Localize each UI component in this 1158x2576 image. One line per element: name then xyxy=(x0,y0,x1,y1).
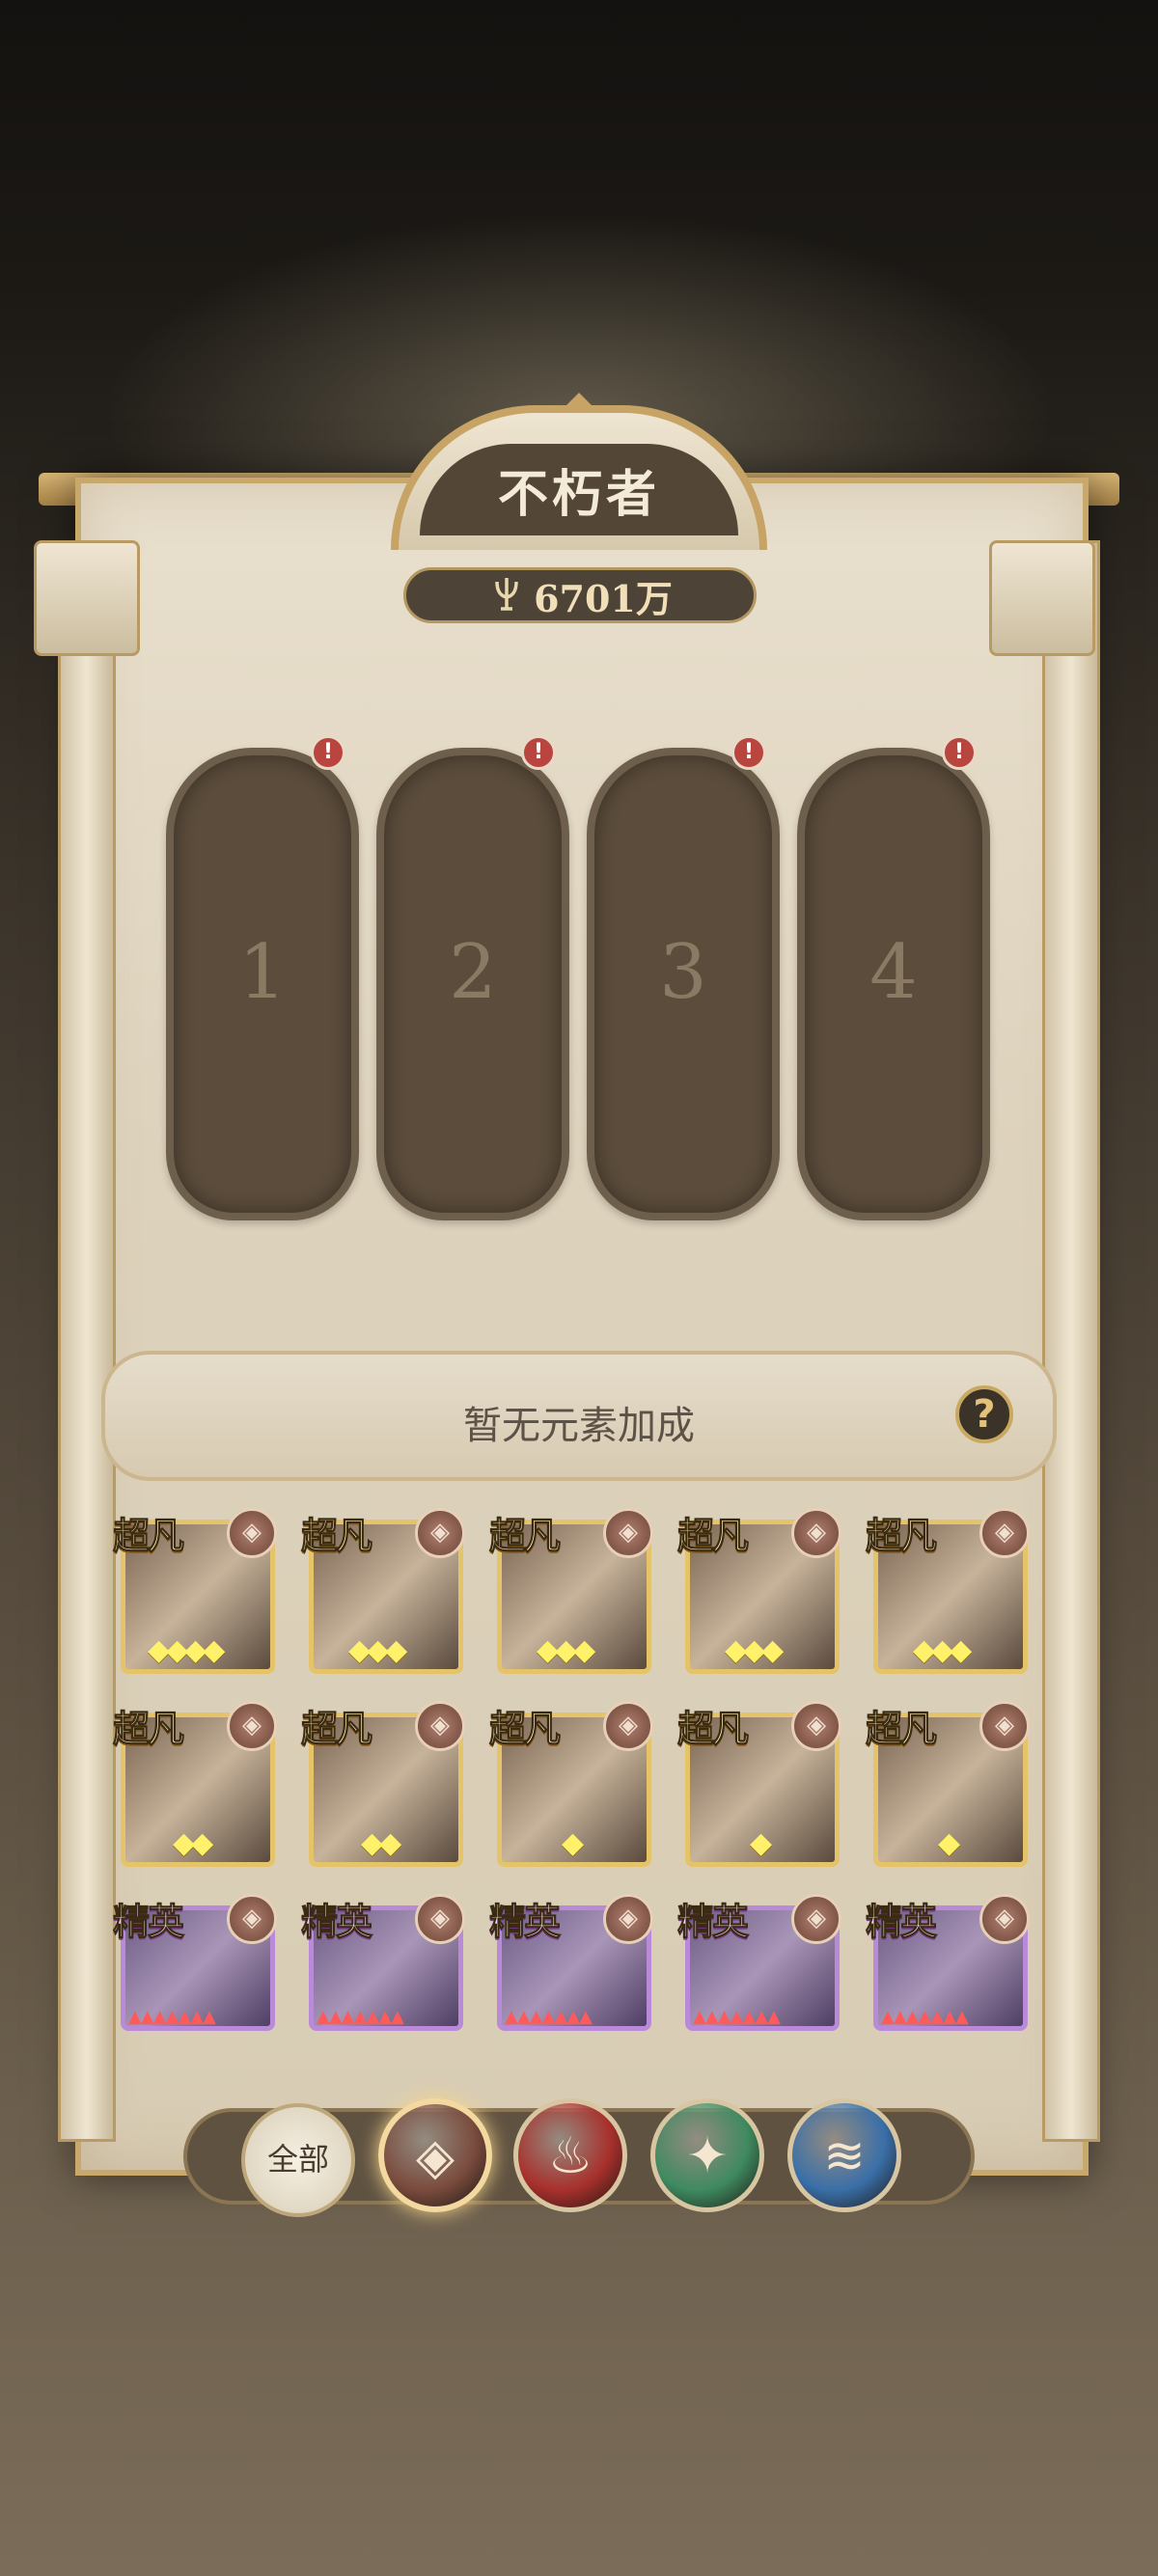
hero-rank-label: 超凡 xyxy=(488,1708,561,1751)
water-icon: ≋ xyxy=(823,2127,866,2185)
star-rating: ◆◆◆ xyxy=(537,1633,595,1667)
earth-element-icon: ◈ xyxy=(603,1894,653,1944)
star-rating: ▲▲▲▲▲▲▲ xyxy=(881,2007,969,2027)
hero-rank-label: 超凡 xyxy=(676,1708,749,1751)
star-rating: ◆◆◆ xyxy=(913,1633,972,1667)
alert-badge-icon: ! xyxy=(942,735,977,770)
page-title: 不朽者 xyxy=(497,465,660,524)
power-value: 6701万 xyxy=(534,576,673,620)
hero-rank-label: 超凡 xyxy=(300,1708,372,1751)
hero-rank-label: 精英 xyxy=(300,1901,372,1944)
filter-wind-button[interactable]: ✦ xyxy=(650,2098,764,2212)
star-rating: ◆ xyxy=(750,1826,772,1860)
star-rating: ▲▲▲▲▲▲▲ xyxy=(693,2007,781,2027)
earth-element-icon: ◈ xyxy=(979,1508,1030,1558)
filter-fire-button[interactable]: ♨ xyxy=(513,2098,627,2212)
trident-icon xyxy=(487,574,526,617)
star-rating: ◆ xyxy=(562,1826,584,1860)
formation-slot-4[interactable]: 4 xyxy=(797,748,990,1220)
hero-rank-label: 超凡 xyxy=(865,1515,937,1558)
earth-element-icon: ◈ xyxy=(979,1894,1030,1944)
star-rating: ◆◆ xyxy=(361,1826,401,1860)
slot-number: 4 xyxy=(869,929,918,1016)
hero-rank-label: 超凡 xyxy=(488,1515,561,1558)
slot-number: 2 xyxy=(449,929,497,1016)
star-rating: ◆◆◆◆ xyxy=(148,1633,225,1667)
star-rating: ▲▲▲▲▲▲▲ xyxy=(128,2007,216,2027)
help-button[interactable]: ? xyxy=(955,1385,1013,1443)
formation-slot-2[interactable]: 2 xyxy=(376,748,569,1220)
star-rating: ▲▲▲▲▲▲▲ xyxy=(505,2007,593,2027)
hero-rank-label: 精英 xyxy=(865,1901,937,1944)
power-display: 6701万 xyxy=(403,567,757,623)
earth-element-icon: ◈ xyxy=(791,1894,841,1944)
left-pillar xyxy=(58,540,116,2142)
earth-element-icon: ◈ xyxy=(415,1508,465,1558)
element-bonus-text: 暂无元素加成 xyxy=(463,1404,695,1448)
hero-rank-label: 精英 xyxy=(488,1901,561,1944)
star-rating: ◆◆◆ xyxy=(348,1633,407,1667)
formation-slot-1[interactable]: 1 xyxy=(166,748,359,1220)
slot-number: 1 xyxy=(238,929,287,1016)
earth-element-icon: ◈ xyxy=(603,1508,653,1558)
earth-element-icon: ◈ xyxy=(415,1701,465,1751)
right-pillar-capital xyxy=(989,540,1095,656)
hero-rank-label: 精英 xyxy=(112,1901,184,1944)
hero-rank-label: 超凡 xyxy=(676,1515,749,1558)
hero-rank-label: 超凡 xyxy=(112,1515,184,1558)
alert-badge-icon: ! xyxy=(521,735,556,770)
star-rating: ◆◆◆ xyxy=(725,1633,784,1667)
earth-element-icon: ◈ xyxy=(227,1508,277,1558)
earth-element-icon: ◈ xyxy=(603,1701,653,1751)
earth-element-icon: ◈ xyxy=(979,1701,1030,1751)
flame-icon: ♨ xyxy=(547,2127,593,2185)
earth-element-icon: ◈ xyxy=(227,1701,277,1751)
filter-water-button[interactable]: ≋ xyxy=(787,2098,901,2212)
star-rating: ▲▲▲▲▲▲▲ xyxy=(317,2007,404,2027)
earth-icon: ◈ xyxy=(416,2128,455,2186)
star-rating: ◆◆ xyxy=(173,1826,213,1860)
hero-rank-label: 超凡 xyxy=(865,1708,937,1751)
filter-all-button[interactable]: 全部 xyxy=(241,2103,355,2217)
right-pillar xyxy=(1042,540,1100,2142)
wind-icon: ✦ xyxy=(686,2127,729,2185)
alert-badge-icon: ! xyxy=(731,735,766,770)
filter-earth-button[interactable]: ◈ xyxy=(378,2098,492,2212)
hero-rank-label: 超凡 xyxy=(112,1708,184,1751)
hero-rank-label: 超凡 xyxy=(300,1515,372,1558)
hero-rank-label: 精英 xyxy=(676,1901,749,1944)
slot-number: 3 xyxy=(659,929,707,1016)
alert-badge-icon: ! xyxy=(311,735,345,770)
earth-element-icon: ◈ xyxy=(227,1894,277,1944)
earth-element-icon: ◈ xyxy=(791,1701,841,1751)
formation-slot-3[interactable]: 3 xyxy=(587,748,780,1220)
earth-element-icon: ◈ xyxy=(791,1508,841,1558)
star-rating: ◆ xyxy=(938,1826,960,1860)
earth-element-icon: ◈ xyxy=(415,1894,465,1944)
left-pillar-capital xyxy=(34,540,140,656)
